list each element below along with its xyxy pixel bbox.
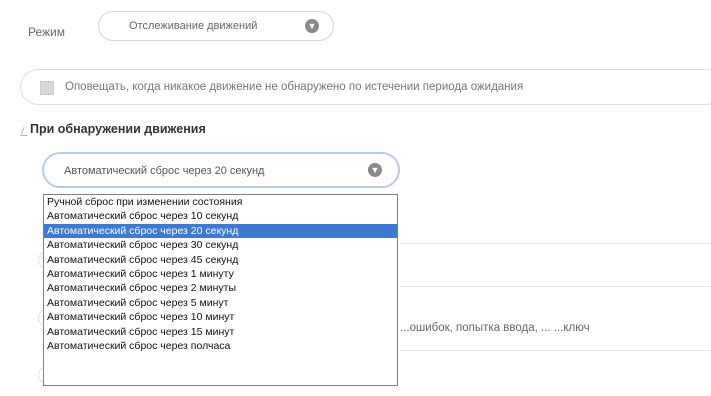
background-divider bbox=[400, 286, 711, 287]
mode-row: Режим Отслеживание движений ▼ bbox=[0, 0, 711, 54]
notify-no-motion-option[interactable]: Оповещать, когда никакое движение не обн… bbox=[20, 69, 711, 105]
dropdown-option[interactable]: Автоматический сброс через 15 минут bbox=[44, 325, 397, 339]
dropdown-option[interactable]: Автоматический сброс через 2 минуты bbox=[44, 281, 397, 295]
notify-checkbox[interactable] bbox=[40, 81, 54, 95]
background-divider bbox=[400, 243, 711, 244]
section-title: При обнаружении движения bbox=[30, 122, 206, 136]
dropdown-option[interactable]: Автоматический сброс через полчаса bbox=[44, 339, 397, 353]
mode-select-value: Отслеживание движений bbox=[129, 20, 258, 32]
dropdown-option[interactable]: Автоматический сброс через 10 минут bbox=[44, 310, 397, 324]
background-hint-text: ...ошибок, попытка ввода, ... ...ключ bbox=[400, 322, 590, 334]
dropdown-option[interactable]: Автоматический сброс через 20 секунд bbox=[44, 223, 397, 239]
notify-text: Оповещать, когда никакое движение не обн… bbox=[65, 81, 524, 93]
motion-action-dropdown-list[interactable]: Ручной сброс при изменении состояния Авто… bbox=[43, 194, 398, 386]
dropdown-option[interactable]: Ручной сброс при изменении состояния bbox=[44, 195, 397, 209]
dropdown-option[interactable]: Автоматический сброс через 5 минут bbox=[44, 296, 397, 310]
chevron-down-icon: ▼ bbox=[368, 163, 382, 177]
motion-action-value: Автоматический сброс через 20 секунд bbox=[64, 165, 265, 177]
dropdown-option[interactable]: Автоматический сброс через 30 секунд bbox=[44, 238, 397, 252]
motion-action-select[interactable]: Автоматический сброс через 20 секунд ▼ bbox=[42, 152, 400, 188]
mode-label: Режим bbox=[28, 25, 65, 39]
chevron-down-icon: ▼ bbox=[305, 19, 319, 33]
background-divider bbox=[400, 350, 711, 351]
settings-panel: Режим Отслеживание движений ▼ Оповещать,… bbox=[0, 0, 711, 396]
dropdown-option[interactable]: Автоматический сброс через 45 секунд bbox=[44, 253, 397, 267]
dropdown-option[interactable]: Автоматический сброс через 1 минуту bbox=[44, 267, 397, 281]
mode-select[interactable]: Отслеживание движений ▼ bbox=[98, 11, 334, 41]
dropdown-option[interactable]: Автоматический сброс через 10 секунд bbox=[44, 209, 397, 223]
